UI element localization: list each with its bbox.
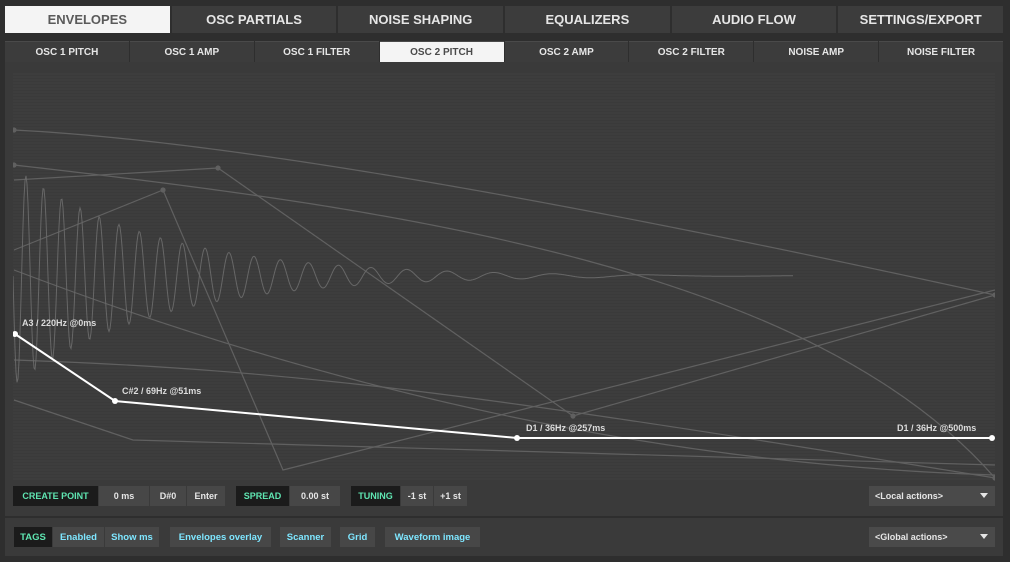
subtab-osc2-amp[interactable]: OSC 2 AMP	[504, 41, 629, 62]
envelope-plot[interactable]: A3 / 220Hz @0ms C#2 / 69Hz @51ms D1 / 36…	[13, 70, 995, 482]
envelope-point-3	[514, 435, 520, 441]
chevron-down-icon	[980, 534, 988, 539]
create-point-label: CREATE POINT	[13, 486, 98, 506]
scanner-toggle[interactable]: Scanner	[280, 527, 331, 547]
envelope-point-2	[112, 398, 118, 404]
tab-envelopes[interactable]: ENVELOPES	[5, 6, 170, 33]
chevron-down-icon	[980, 493, 988, 498]
waveform-image-toggle[interactable]: Waveform image	[385, 527, 480, 547]
point-label-3: D1 / 36Hz @257ms	[526, 423, 606, 433]
point-label-2: C#2 / 69Hz @51ms	[122, 386, 202, 396]
spread-input[interactable]: 0.00 st	[290, 486, 340, 506]
tab-osc-partials[interactable]: OSC PARTIALS	[171, 6, 337, 33]
waveform-image	[13, 175, 794, 383]
tab-settings-export[interactable]: SETTINGS/EXPORT	[838, 6, 1004, 33]
global-actions-label: <Global actions>	[875, 532, 948, 542]
envelopes-overlay-toggle[interactable]: Envelopes overlay	[170, 527, 271, 547]
note-input[interactable]: D#0	[150, 486, 186, 506]
enabled-toggle[interactable]: Enabled	[53, 527, 104, 547]
subtab-noise-filter[interactable]: NOISE FILTER	[879, 41, 1003, 62]
tuning-minus-button[interactable]: -1 st	[401, 486, 433, 506]
tags-label: TAGS	[14, 527, 52, 547]
tab-noise-shaping[interactable]: NOISE SHAPING	[338, 6, 504, 33]
envelope-toolbar: CREATE POINT 0 ms D#0 Enter SPREAD 0.00 …	[13, 486, 995, 506]
subtab-osc2-filter[interactable]: OSC 2 FILTER	[629, 41, 754, 62]
subtab-noise-amp[interactable]: NOISE AMP	[754, 41, 879, 62]
local-actions-label: <Local actions>	[875, 491, 944, 501]
grid-lines	[13, 73, 995, 480]
tab-equalizers[interactable]: EQUALIZERS	[505, 6, 670, 33]
tuning-label: TUNING	[351, 486, 400, 506]
main-tabs: ENVELOPES OSC PARTIALS NOISE SHAPING EQU…	[5, 6, 1004, 33]
show-ms-toggle[interactable]: Show ms	[105, 527, 159, 547]
envelope-editor-panel: A3 / 220Hz @0ms C#2 / 69Hz @51ms D1 / 36…	[5, 62, 1003, 516]
grid-toggle[interactable]: Grid	[340, 527, 375, 547]
subtab-osc1-pitch[interactable]: OSC 1 PITCH	[5, 41, 129, 62]
point-label-1: A3 / 220Hz @0ms	[22, 318, 97, 328]
tab-audio-flow[interactable]: AUDIO FLOW	[671, 6, 837, 33]
point-label-4: D1 / 36Hz @500ms	[897, 423, 977, 433]
bottom-options-bar: TAGS Enabled Show ms Envelopes overlay S…	[5, 518, 1003, 556]
subtab-osc1-filter[interactable]: OSC 1 FILTER	[254, 41, 379, 62]
envelope-sub-tabs: OSC 1 PITCH OSC 1 AMP OSC 1 FILTER OSC 2…	[5, 41, 1003, 62]
envelope-point-4	[989, 435, 995, 441]
envelopes-overlay	[13, 127, 995, 481]
subtab-osc1-amp[interactable]: OSC 1 AMP	[129, 41, 254, 62]
envelope-canvas[interactable]	[13, 70, 995, 482]
spread-label: SPREAD	[236, 486, 289, 506]
time-input[interactable]: 0 ms	[99, 486, 149, 506]
tuning-plus-button[interactable]: +1 st	[434, 486, 467, 506]
global-actions-dropdown[interactable]: <Global actions>	[869, 527, 995, 547]
enter-button[interactable]: Enter	[187, 486, 225, 506]
local-actions-dropdown[interactable]: <Local actions>	[869, 486, 995, 506]
subtab-osc2-pitch[interactable]: OSC 2 PITCH	[379, 41, 504, 62]
